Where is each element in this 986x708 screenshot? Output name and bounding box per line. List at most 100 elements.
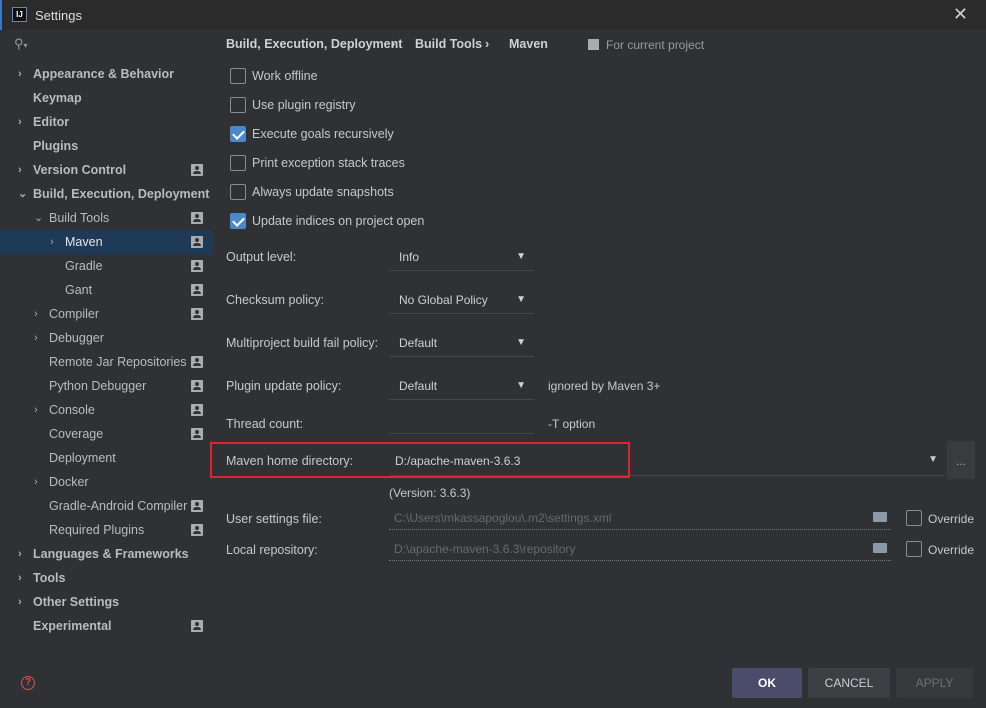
sidebar-item[interactable]: › Appearance & Behavior bbox=[0, 62, 213, 86]
dropdown[interactable]: Info ▼ bbox=[389, 243, 534, 271]
user-settings-override-label: Override bbox=[928, 512, 975, 526]
person-icon bbox=[191, 404, 203, 416]
sidebar-item[interactable]: Gant bbox=[0, 278, 213, 302]
sidebar-item[interactable]: ⌄ Build, Execution, Deployment bbox=[0, 182, 213, 206]
sidebar-item[interactable]: Plugins bbox=[0, 134, 213, 158]
sidebar-item[interactable]: › Debugger bbox=[0, 326, 213, 350]
dropdown-value: Default bbox=[399, 336, 438, 350]
breadcrumb-item[interactable]: Build, Execution, Deployment bbox=[226, 37, 402, 51]
chevron-right-icon[interactable]: › bbox=[34, 398, 38, 422]
select-label: Multiproject build fail policy: bbox=[226, 336, 379, 350]
sidebar-item[interactable]: › Other Settings bbox=[0, 590, 213, 614]
chevron-right-icon[interactable]: › bbox=[34, 470, 38, 494]
sidebar-item[interactable]: › Docker bbox=[0, 470, 213, 494]
sidebar-item-label: Languages & Frameworks bbox=[33, 547, 189, 561]
sidebar-item[interactable]: Required Plugins bbox=[0, 518, 213, 542]
chevron-down-icon[interactable]: ▼ bbox=[516, 329, 526, 357]
chevron-right-icon[interactable]: › bbox=[18, 542, 22, 566]
local-repo-input[interactable]: D:\apache-maven-3.6.3\repository bbox=[389, 537, 891, 561]
sidebar-item[interactable]: Remote Jar Repositories bbox=[0, 350, 213, 374]
person-icon bbox=[191, 620, 203, 632]
window-title: Settings bbox=[35, 8, 82, 23]
maven-version: (Version: 3.6.3) bbox=[389, 486, 471, 500]
user-settings-value: C:\Users\mkassapoglou\.m2\settings.xml bbox=[394, 511, 612, 525]
thread-count-label: Thread count: bbox=[226, 417, 304, 431]
chevron-right-icon[interactable]: › bbox=[18, 110, 22, 134]
sidebar-item[interactable]: Experimental bbox=[0, 614, 213, 638]
sidebar-item[interactable]: Python Debugger bbox=[0, 374, 213, 398]
scope-label: For current project bbox=[606, 38, 705, 52]
dropdown[interactable]: Default ▼ bbox=[389, 372, 534, 400]
user-settings-override-checkbox[interactable] bbox=[906, 510, 922, 526]
sidebar-item-label: Editor bbox=[33, 115, 70, 129]
chevron-right-icon[interactable]: › bbox=[34, 302, 38, 326]
user-settings-input[interactable]: C:\Users\mkassapoglou\.m2\settings.xml bbox=[389, 506, 891, 530]
checkbox[interactable] bbox=[230, 155, 246, 171]
close-icon[interactable]: ✕ bbox=[953, 4, 968, 25]
ok-button[interactable]: OK bbox=[732, 668, 802, 698]
sidebar-item-label: Coverage bbox=[49, 427, 104, 441]
sidebar-item[interactable]: Coverage bbox=[0, 422, 213, 446]
checkbox[interactable] bbox=[230, 126, 246, 142]
thread-count-input[interactable] bbox=[389, 410, 534, 434]
cancel-button[interactable]: CANCEL bbox=[808, 668, 890, 698]
sidebar-item[interactable]: Keymap bbox=[0, 86, 213, 110]
sidebar-item-label: Required Plugins bbox=[49, 523, 145, 537]
checkbox-label: Work offline bbox=[252, 69, 318, 83]
browse-button[interactable]: ... bbox=[947, 441, 975, 479]
chevron-down-icon[interactable]: ▼ bbox=[928, 454, 938, 465]
sidebar-item[interactable]: › Version Control bbox=[0, 158, 213, 182]
person-icon bbox=[191, 164, 203, 176]
sidebar-item[interactable]: Gradle bbox=[0, 254, 213, 278]
chevron-right-icon[interactable]: › bbox=[18, 590, 22, 614]
sidebar-item-label: Version Control bbox=[33, 163, 127, 177]
checkbox[interactable] bbox=[230, 213, 246, 229]
dropdown-value: No Global Policy bbox=[399, 293, 488, 307]
sidebar-item[interactable]: › Tools bbox=[0, 566, 213, 590]
maven-home-value: D:/apache-maven-3.6.3 bbox=[395, 454, 521, 468]
breadcrumb-item[interactable]: Build Tools bbox=[415, 37, 482, 51]
chevron-right-icon[interactable]: › bbox=[18, 566, 22, 590]
chevron-down-icon[interactable]: ⌄ bbox=[18, 182, 27, 206]
sidebar-item[interactable]: Gradle-Android Compiler bbox=[0, 494, 213, 518]
sidebar-item[interactable]: ⌄ Build Tools bbox=[0, 206, 213, 230]
select-hint: ignored by Maven 3+ bbox=[548, 379, 661, 393]
sidebar-item[interactable]: Deployment bbox=[0, 446, 213, 470]
help-icon[interactable]: ? bbox=[21, 676, 35, 690]
chevron-down-icon[interactable]: ▼ bbox=[516, 286, 526, 314]
sidebar-item[interactable]: › Console bbox=[0, 398, 213, 422]
breadcrumb-item[interactable]: Maven bbox=[509, 37, 548, 51]
checkbox[interactable] bbox=[230, 184, 246, 200]
person-icon bbox=[191, 308, 203, 320]
local-repo-override-checkbox[interactable] bbox=[906, 541, 922, 557]
sidebar-item[interactable]: › Editor bbox=[0, 110, 213, 134]
chevron-right-icon[interactable]: › bbox=[50, 230, 54, 254]
folder-icon[interactable] bbox=[873, 543, 887, 553]
apply-button[interactable]: APPLY bbox=[896, 668, 973, 698]
chevron-down-icon[interactable]: ⌄ bbox=[34, 206, 43, 230]
checkbox[interactable] bbox=[230, 97, 246, 113]
chevron-right-icon[interactable]: › bbox=[18, 62, 22, 86]
sidebar-item[interactable]: › Maven bbox=[0, 230, 213, 254]
sidebar-item-label: Docker bbox=[49, 475, 89, 489]
sidebar-item-label: Deployment bbox=[49, 451, 116, 465]
search-icon[interactable]: ⚲▾ bbox=[14, 36, 28, 52]
app-logo: IJ bbox=[12, 7, 27, 22]
checkbox[interactable] bbox=[230, 68, 246, 84]
person-icon bbox=[191, 428, 203, 440]
sidebar-item[interactable]: › Compiler bbox=[0, 302, 213, 326]
breadcrumb-separator: › bbox=[485, 37, 490, 51]
select-label: Output level: bbox=[226, 250, 297, 264]
chevron-right-icon[interactable]: › bbox=[18, 158, 22, 182]
sidebar-item-label: Compiler bbox=[49, 307, 100, 321]
chevron-down-icon[interactable]: ▼ bbox=[516, 372, 526, 400]
folder-icon[interactable] bbox=[873, 512, 887, 522]
sidebar-item[interactable]: › Languages & Frameworks bbox=[0, 542, 213, 566]
select-label: Plugin update policy: bbox=[226, 379, 342, 393]
dropdown[interactable]: Default ▼ bbox=[389, 329, 534, 357]
person-icon bbox=[191, 356, 203, 368]
chevron-right-icon[interactable]: › bbox=[34, 326, 38, 350]
dropdown[interactable]: No Global Policy ▼ bbox=[389, 286, 534, 314]
chevron-down-icon[interactable]: ▼ bbox=[516, 243, 526, 271]
sidebar-item-label: Gradle bbox=[65, 259, 103, 273]
